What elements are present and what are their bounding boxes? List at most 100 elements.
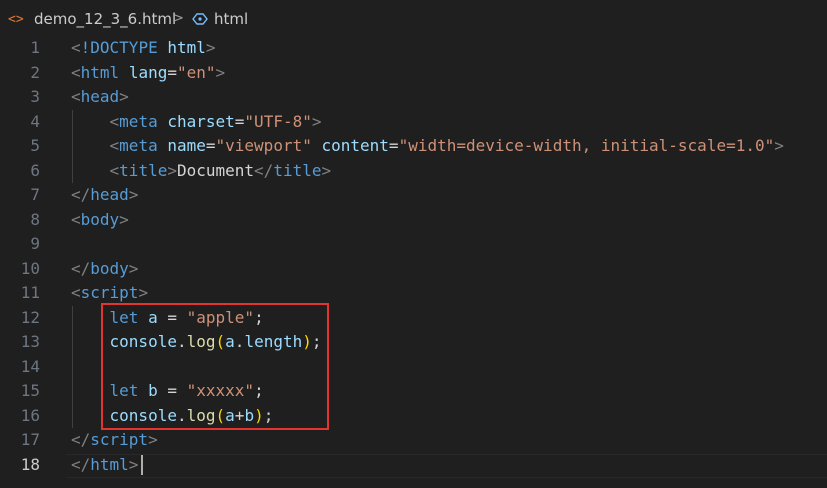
code-token: = [234,111,245,131]
code-token: !DOCTYPE [80,38,158,57]
code-token: meta [119,111,158,131]
code-token: > [215,62,226,82]
line-number: 9 [30,234,40,253]
code-token: < [109,111,120,131]
code-token: </ [71,430,91,449]
code-token: html [90,454,129,474]
line-number: 2 [30,62,40,82]
code-text: <body> [71,208,129,233]
code-text: </script> [71,428,158,453]
code-token: body [80,209,120,229]
code-token: body [90,258,129,278]
code-token: > [128,258,139,278]
code-token: title [119,160,168,180]
code-token: = [388,136,399,155]
line-number: 18 [20,454,40,474]
code-text: <script> [71,281,148,306]
code-token: < [71,38,81,57]
line-number: 15 [20,381,40,400]
line-number: 3 [30,87,40,106]
code-token: > [774,136,784,155]
code-line[interactable]: 8 <body> [0,208,827,233]
code-line[interactable]: 18 </html> [0,452,827,478]
line-number: 8 [30,209,40,229]
code-token: script [80,283,139,302]
code-line[interactable]: 11 <script> [0,281,827,306]
line-number: 1 [30,38,40,57]
text-cursor [141,454,143,475]
code-token: </ [71,454,91,474]
code-token: head [90,185,129,204]
code-token: < [71,283,81,302]
line-number: 5 [30,136,40,155]
code-token: > [167,160,177,180]
code-line[interactable]: 1 <!DOCTYPE html> [0,36,827,61]
code-token: > [148,430,158,449]
line-number: 14 [20,356,40,376]
code-line[interactable]: 3 <head> [0,85,827,110]
code-text: </body> [71,257,138,282]
code-token: meta [119,136,158,155]
code-token: < [71,209,81,229]
code-token: = [205,136,216,155]
code-token: = [167,62,177,82]
indent-guide [72,305,73,428]
code-token: </ [254,160,274,180]
code-token: > [205,38,216,57]
code-token: > [119,87,129,106]
code-token: > [321,160,332,180]
line-number: 12 [20,307,40,327]
code-token: content [321,136,389,155]
code-line[interactable]: 17 </script> [0,428,827,453]
code-token: </ [71,185,91,204]
code-text: <meta charset="UTF-8"> [71,110,322,135]
code-text: </head> [71,183,138,208]
html-file-icon: <> [8,12,24,27]
code-token: > [138,283,149,302]
code-token: title [273,160,322,180]
annotation-highlight-box [101,303,329,430]
breadcrumb-symbol[interactable]: html [214,10,248,28]
code-token: < [109,160,120,180]
code-token: </ [71,258,91,278]
code-token: charset [167,111,235,131]
code-text: <head> [71,85,129,110]
code-line[interactable]: 10 </body> [0,257,827,282]
line-number: 4 [30,111,40,131]
code-line[interactable]: 2 <html lang="en"> [0,61,827,86]
code-token: name [167,136,206,155]
line-number: 13 [20,332,40,351]
line-number: 16 [20,405,40,425]
line-number: 6 [30,160,40,180]
code-line[interactable]: 4 <meta charset="UTF-8"> [0,110,827,135]
code-token: > [311,111,322,131]
code-text: <!DOCTYPE html> [71,36,216,61]
code-token: < [71,87,81,106]
line-number: 17 [20,430,40,449]
breadcrumb-file[interactable]: demo_12_3_6.html [34,10,176,28]
code-text: <meta name="viewport" content="width=dev… [71,134,784,159]
code-token: > [128,185,139,204]
code-token: "width=device-width, initial-scale=1.0" [398,136,775,155]
code-token: Document [176,160,255,180]
current-line-highlight [66,453,827,478]
code-token: lang [128,62,168,82]
code-token: > [119,209,129,229]
code-line[interactable]: 6 <title>Document</title> [0,159,827,184]
code-token: "en" [176,62,216,82]
code-token: < [71,62,81,82]
code-line[interactable]: 9 [0,232,827,257]
chevron-right-icon: > [173,11,184,26]
code-line[interactable]: 5 <meta name="viewport" content="width=d… [0,134,827,159]
line-number: 10 [20,258,40,278]
code-token: script [90,430,149,449]
code-text: <html lang="en"> [71,61,225,86]
code-token: html [167,38,206,57]
code-token: head [80,87,120,106]
code-line[interactable]: 7 </head> [0,183,827,208]
